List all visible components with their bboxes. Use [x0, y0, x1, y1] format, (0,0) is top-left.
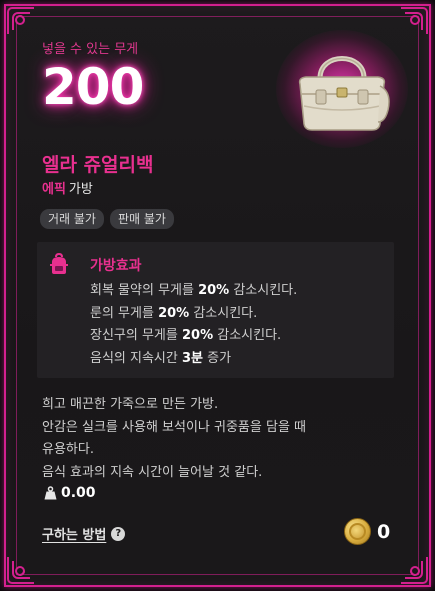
handbag-icon	[298, 56, 390, 131]
description-line: 유용하다.	[42, 442, 94, 457]
corner-ornament-icon	[4, 4, 38, 38]
bag-effect-line: 장신구의 무게를 20% 감소시킨다.	[90, 328, 282, 343]
item-weight: 0.00	[44, 485, 96, 501]
gold-coin-icon	[344, 518, 371, 545]
question-icon[interactable]: ?	[111, 526, 126, 541]
item-type: 가방	[68, 182, 93, 197]
capacity-label: 넣을 수 있는 무게	[42, 42, 139, 57]
how-to-obtain-label[interactable]: 구하는 방법	[42, 524, 106, 543]
bag-effect-title: 가방효과	[90, 258, 142, 274]
bag-effect-line: 회복 물약의 무게를 20% 감소시킨다.	[90, 283, 298, 298]
item-description: 희고 매끈한 가죽으로 만든 가방. 안감은 실크를 사용해 보석이나 귀중품을…	[42, 394, 306, 484]
item-type-row: 에픽 가방	[42, 178, 93, 197]
tag-list: 거래 불가 판매 불가	[40, 209, 174, 229]
tag-trade-restricted: 거래 불가	[40, 209, 104, 229]
bag-effect-panel: 가방효과 회복 물약의 무게를 20% 감소시킨다. 룬의 무게를 20% 감소…	[37, 242, 394, 378]
bag-effect-line: 음식의 지속시간 3분 증가	[90, 350, 232, 366]
weight-value: 0.00	[61, 485, 96, 501]
price-value: 0	[377, 520, 391, 543]
description-line: 희고 매끈한 가죽으로 만든 가방.	[42, 397, 219, 412]
corner-ornament-icon	[397, 4, 431, 38]
item-name: 엘라 쥬얼리백	[42, 154, 154, 176]
description-line: 안감은 실크를 사용해 보석이나 귀중품을 담을 때	[42, 419, 306, 435]
weight-icon	[44, 486, 57, 500]
backpack-icon	[50, 253, 68, 274]
item-price: 0	[344, 518, 390, 545]
bag-effect-list: 회복 물약의 무게를 20% 감소시킨다. 룬의 무게를 20% 감소시킨다. …	[90, 280, 297, 370]
how-to-obtain-link[interactable]: 구하는 방법 ?	[42, 524, 126, 543]
description-line: 음식 효과의 지속 시간이 늘어날 것 같다.	[42, 464, 263, 480]
capacity-value: 200	[42, 58, 144, 116]
bag-effect-line: 룬의 무게를 20% 감소시킨다.	[90, 305, 258, 321]
corner-ornament-icon	[397, 553, 431, 587]
item-grade: 에픽	[42, 182, 66, 197]
corner-ornament-icon	[4, 553, 38, 587]
item-image	[276, 30, 408, 148]
tag-sell-restricted: 판매 불가	[109, 209, 174, 229]
